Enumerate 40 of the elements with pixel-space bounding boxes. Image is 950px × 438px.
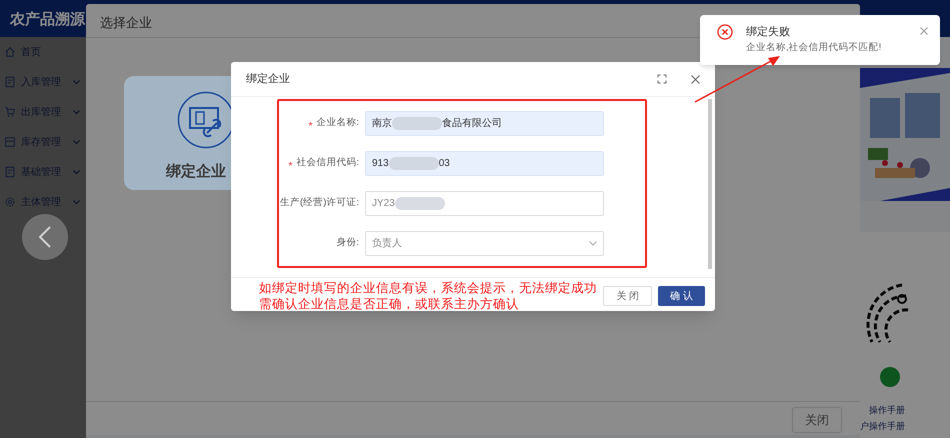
expand-icon[interactable] xyxy=(657,74,667,84)
app-title: 农产品溯源 xyxy=(10,10,85,30)
chevron-left-icon xyxy=(38,226,52,248)
error-icon xyxy=(717,24,733,40)
annotation-text: 如绑定时填写的企业信息有误，系统会提示，无法绑定成功 xyxy=(259,280,598,296)
chevron-down-icon xyxy=(73,140,80,144)
role-select[interactable]: 负责人 xyxy=(365,231,604,256)
field-label: 身份: xyxy=(335,236,359,250)
manual-link[interactable]: 户操作手册 xyxy=(860,420,905,432)
chevron-down-icon xyxy=(73,110,80,114)
document-icon xyxy=(4,76,16,88)
field-label: 生产(经营)许可证: xyxy=(279,196,359,210)
required-icon xyxy=(288,161,294,166)
chevron-down-icon xyxy=(589,241,597,246)
toast-title: 绑定失败 xyxy=(746,24,791,40)
input-field[interactable]: 南京 食品有限公司 xyxy=(365,111,604,136)
close-icon[interactable] xyxy=(920,27,928,35)
toast-message: 企业名称,社会信用代码不匹配! xyxy=(746,41,882,55)
home-icon xyxy=(4,46,16,58)
required-icon xyxy=(308,121,314,126)
cart-icon xyxy=(4,106,16,118)
dialog-title: 选择企业 xyxy=(100,14,152,32)
card-label: 绑定企业 xyxy=(166,162,226,182)
box-icon xyxy=(4,136,16,148)
close-button[interactable]: 关闭 xyxy=(792,407,842,433)
input-field[interactable]: JY23 xyxy=(365,191,604,216)
manual-link[interactable]: 操作手册 xyxy=(869,404,905,416)
dialog-title: 绑定企业 xyxy=(246,72,291,87)
close-button[interactable]: 关 闭 xyxy=(603,286,652,306)
chevron-down-icon xyxy=(73,80,80,84)
field-label: 企业名称: xyxy=(316,116,359,130)
close-icon[interactable] xyxy=(691,74,700,84)
chevron-down-icon xyxy=(73,200,80,204)
settings-icon xyxy=(4,196,16,208)
input-field[interactable]: 913 03 xyxy=(365,151,604,176)
field-label: 社会信用代码: xyxy=(296,156,359,170)
annotation-text: 需确认企业信息是否正确，或联系主办方确认 xyxy=(259,296,520,312)
document-icon xyxy=(4,166,16,178)
chevron-down-icon xyxy=(73,170,80,174)
confirm-button[interactable]: 确 认 xyxy=(658,286,705,306)
